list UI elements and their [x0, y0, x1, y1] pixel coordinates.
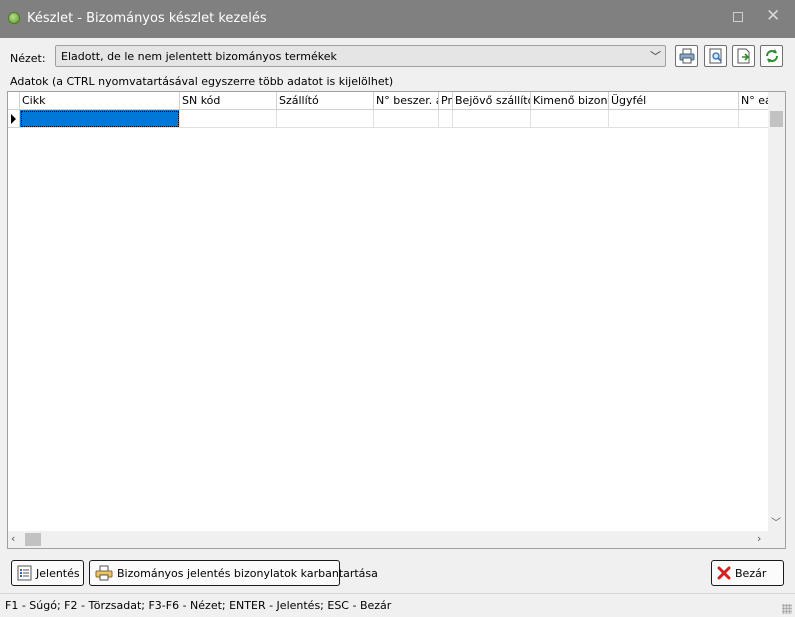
- row-indicator[interactable]: [8, 110, 20, 128]
- column-header-cikk[interactable]: Cikk: [20, 92, 180, 110]
- export-button[interactable]: [732, 45, 755, 67]
- close-icon[interactable]: ✕: [766, 6, 780, 26]
- table-cell-kimeno-bizonylat[interactable]: [531, 110, 609, 128]
- refresh-button[interactable]: [760, 45, 783, 67]
- vertical-scroll-thumb[interactable]: [770, 111, 783, 127]
- table-cell-cikk[interactable]: [20, 110, 180, 128]
- printer-icon: [679, 48, 695, 64]
- refresh-icon: [766, 49, 778, 63]
- scroll-down-icon[interactable]: ﹀: [771, 514, 781, 529]
- maintenance-button-label: Bizományos jelentés bizonylatok karbanta…: [117, 566, 378, 580]
- column-header-ugyfel[interactable]: Ügyfél: [609, 92, 739, 110]
- horizontal-scroll-thumb[interactable]: [25, 533, 41, 546]
- column-header-beszer-ar[interactable]: N° beszer. ár: [374, 92, 439, 110]
- table-cell-ear[interactable]: [739, 110, 769, 128]
- printer-icon: [95, 565, 113, 581]
- close-x-icon: [717, 566, 731, 580]
- scroll-left-icon[interactable]: ‹: [11, 532, 15, 545]
- data-grid[interactable]: Cikk SN kód Szállító N° beszer. ár Pr Be…: [7, 91, 786, 549]
- report-button-label: Jelentés: [36, 566, 80, 580]
- close-button[interactable]: Bezár: [711, 560, 784, 586]
- chevron-down-icon: ﹀: [650, 50, 661, 63]
- status-bar-text: F1 - Súgó; F2 - Törzsadat; F3-F6 - Nézet…: [5, 599, 392, 612]
- table-cell-ugyfel[interactable]: [609, 110, 739, 128]
- report-button[interactable]: Jelentés: [11, 560, 84, 586]
- app-icon: [8, 12, 20, 24]
- table-cell-sn-kod[interactable]: [180, 110, 277, 128]
- column-header-szallito[interactable]: Szállító: [277, 92, 374, 110]
- title-bar: Készlet - Bizományos készlet kezelés ✕: [0, 0, 795, 38]
- data-section-label: Adatok (a CTRL nyomvatartásával egyszerr…: [10, 75, 394, 88]
- table-cell-beszer-ar[interactable]: [374, 110, 439, 128]
- status-bar: F1 - Súgó; F2 - Törzsadat; F3-F6 - Nézet…: [0, 593, 795, 617]
- current-row-arrow-icon: [11, 114, 16, 124]
- column-header-sn-kod[interactable]: SN kód: [180, 92, 277, 110]
- print-preview-button[interactable]: [704, 45, 727, 67]
- view-dropdown-value: Eladott, de le nem jelentett bizományos …: [61, 50, 337, 63]
- resize-grip-icon[interactable]: [782, 604, 792, 614]
- table-cell-szallito[interactable]: [277, 110, 374, 128]
- scroll-right-icon[interactable]: ›: [757, 532, 761, 545]
- vertical-scrollbar[interactable]: ﹀: [768, 92, 785, 531]
- report-list-icon: [17, 565, 32, 581]
- column-header-pr[interactable]: Pr: [439, 92, 453, 110]
- maintenance-button[interactable]: Bizományos jelentés bizonylatok karbanta…: [89, 560, 378, 586]
- maximize-icon[interactable]: [733, 12, 743, 22]
- column-header-bejovo-szallitolevel[interactable]: Bejövő szállítólevél: [453, 92, 531, 110]
- print-preview-icon: [709, 48, 722, 64]
- export-icon: [737, 48, 750, 64]
- column-header-ear[interactable]: N° eár: [739, 92, 769, 110]
- table-cell-bejovo-szallitolevel[interactable]: [453, 110, 531, 128]
- close-button-label: Bezár: [735, 566, 767, 580]
- view-label: Nézet:: [10, 52, 46, 65]
- column-header-kimeno-bizonylat[interactable]: Kimenő bizonylat: [531, 92, 609, 110]
- row-header-corner: [8, 92, 20, 110]
- table-cell-pr[interactable]: [439, 110, 453, 128]
- print-button[interactable]: [675, 45, 698, 67]
- window-title: Készlet - Bizományos készlet kezelés: [27, 11, 267, 26]
- horizontal-scrollbar[interactable]: ‹ ›: [8, 531, 785, 548]
- view-dropdown[interactable]: Eladott, de le nem jelentett bizományos …: [55, 45, 666, 67]
